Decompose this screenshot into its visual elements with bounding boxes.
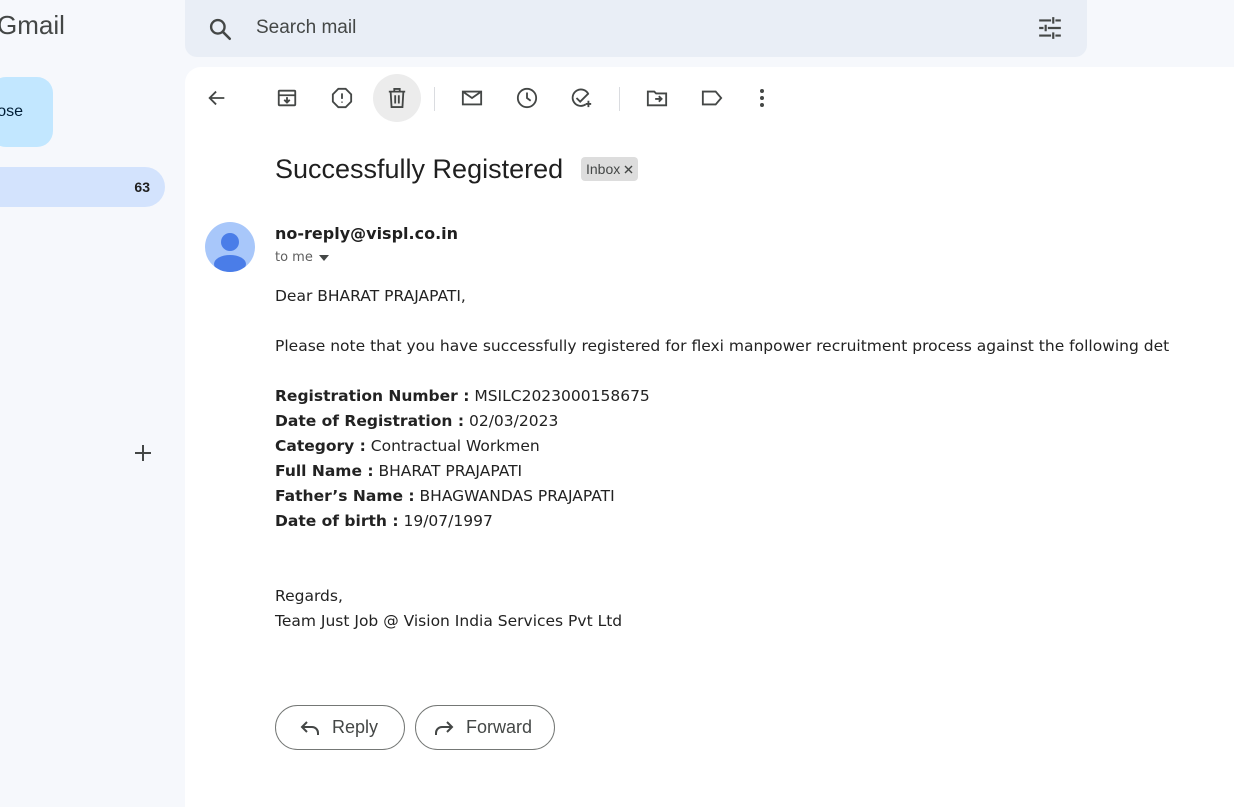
person-icon	[214, 233, 246, 272]
detail-value: BHAGWANDAS PRAJAPATI	[419, 487, 615, 505]
move-to-icon	[646, 90, 668, 107]
snooze-icon	[516, 87, 538, 109]
label-icon	[701, 90, 723, 106]
label-chip-text: Inbox	[586, 161, 621, 177]
detail-key: Father’s Name :	[275, 487, 415, 505]
recipient-label: to me	[275, 250, 313, 265]
search-options-icon[interactable]	[1037, 15, 1063, 45]
message-panel: Successfully Registered Inbox no-reply@v…	[185, 67, 1234, 807]
archive-button[interactable]	[263, 74, 311, 122]
search-input[interactable]: Search mail	[256, 17, 356, 39]
more-vert-icon	[760, 89, 764, 107]
sidebar-item-inbox[interactable]: 63	[0, 167, 165, 207]
unread-count: 63	[134, 179, 150, 195]
labels-button[interactable]	[688, 74, 736, 122]
search-icon[interactable]	[207, 16, 233, 46]
detail-value: Contractual Workmen	[370, 437, 540, 455]
mark-unread-button[interactable]	[448, 74, 496, 122]
signature: Team Just Job @ Vision India Services Pv…	[275, 612, 623, 630]
sender-email[interactable]: no-reply@vispl.co.in	[275, 224, 458, 243]
add-label-button[interactable]	[130, 440, 156, 466]
search-bar[interactable]: Search mail	[185, 0, 1087, 57]
caret-down-icon[interactable]	[318, 254, 329, 261]
greeting: Dear BHARAT PRAJAPATI,	[275, 287, 466, 305]
detail-value: MSILC2023000158675	[474, 387, 650, 405]
report-spam-button[interactable]	[318, 74, 366, 122]
reply-label: Reply	[332, 717, 379, 737]
intro-paragraph: Please note that you have successfully r…	[275, 337, 1170, 355]
detail-row: Category : Contractual Workmen	[275, 434, 1169, 459]
detail-key: Full Name :	[275, 462, 374, 480]
detail-value: 02/03/2023	[468, 412, 559, 430]
back-arrow-icon	[208, 90, 225, 106]
toolbar-divider	[619, 87, 620, 111]
closing: Regards,	[275, 587, 343, 605]
detail-key: Date of birth :	[275, 512, 399, 530]
detail-row: Date of birth : 19/07/1997	[275, 509, 1169, 534]
archive-icon	[277, 89, 297, 107]
detail-value: BHARAT PRAJAPATI	[378, 462, 523, 480]
detail-row: Father’s Name : BHAGWANDAS PRAJAPATI	[275, 484, 1169, 509]
delete-button[interactable]	[373, 74, 421, 122]
detail-key: Registration Number :	[275, 387, 470, 405]
email-body: Dear BHARAT PRAJAPATI, Please note that …	[275, 284, 1169, 634]
add-to-tasks-button[interactable]	[558, 74, 606, 122]
snooze-button[interactable]	[503, 74, 551, 122]
recipient-details[interactable]: to me	[275, 250, 329, 265]
compose-button[interactable]: ose	[0, 77, 53, 147]
toolbar-divider	[434, 87, 435, 111]
detail-key: Date of Registration :	[275, 412, 465, 430]
forward-icon	[435, 720, 454, 735]
sidebar-item-starred[interactable]: d	[0, 206, 165, 246]
more-button[interactable]	[738, 74, 786, 122]
detail-key: Category :	[275, 437, 366, 455]
report-spam-icon	[331, 87, 353, 109]
detail-row: Registration Number : MSILC2023000158675	[275, 384, 1169, 409]
plus-icon	[135, 445, 151, 461]
forward-label: Forward	[466, 717, 533, 737]
move-to-button[interactable]	[633, 74, 681, 122]
gmail-logo[interactable]: Gmail	[0, 10, 65, 41]
add-task-icon	[571, 88, 592, 108]
detail-row: Date of Registration : 02/03/2023	[275, 409, 1169, 434]
email-subject: Successfully Registered	[275, 154, 564, 184]
reply-button[interactable]: Reply	[275, 705, 405, 750]
inbox-label-chip[interactable]: Inbox	[581, 157, 639, 181]
reply-icon	[300, 720, 319, 735]
sidebar-item-snoozed[interactable]: ed	[0, 247, 165, 287]
mark-unread-icon	[461, 90, 483, 106]
detail-value: 19/07/1997	[403, 512, 493, 530]
back-button[interactable]	[193, 74, 241, 122]
avatar[interactable]	[205, 222, 255, 272]
delete-icon	[388, 88, 406, 108]
remove-label-icon[interactable]	[624, 165, 633, 174]
forward-button[interactable]: Forward	[415, 705, 555, 750]
detail-row: Full Name : BHARAT PRAJAPATI	[275, 459, 1169, 484]
